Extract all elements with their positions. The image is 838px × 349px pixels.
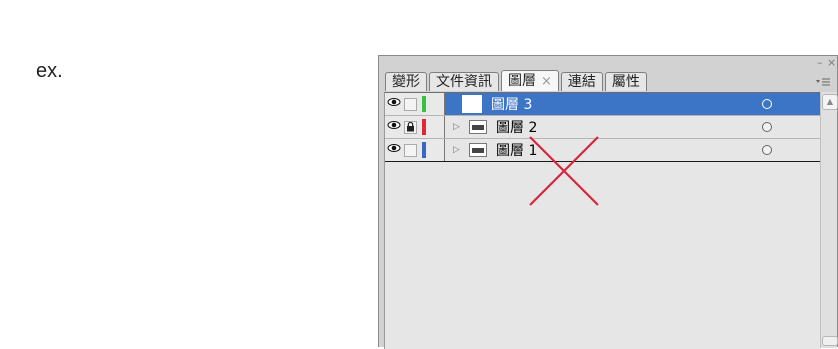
target-circle-icon[interactable] bbox=[762, 99, 772, 109]
tab-label: 圖層 bbox=[508, 72, 536, 89]
tab-transform[interactable]: 變形 bbox=[385, 72, 427, 91]
layer-main[interactable]: ▷ 圖層 2 bbox=[445, 116, 820, 138]
layer-color-swatch bbox=[422, 119, 426, 135]
vertical-scrollbar[interactable]: ▲ bbox=[820, 92, 838, 348]
layer-row[interactable]: ▷ 圖層 2 bbox=[385, 116, 820, 139]
eye-icon[interactable] bbox=[385, 139, 403, 161]
layers-panel: – × 變形 文件資訊 圖層 × 連結 屬性 圖層 3 ▷ 圖層 2 ▷ 圖層 … bbox=[378, 55, 838, 349]
example-caption: ex. bbox=[36, 60, 63, 82]
layer-color-swatch bbox=[422, 142, 426, 158]
tab-label: 連結 bbox=[567, 73, 596, 90]
target-circle-icon[interactable] bbox=[762, 145, 772, 155]
target-circle-icon[interactable] bbox=[762, 122, 772, 132]
layer-controls bbox=[385, 139, 445, 161]
triangle-right-icon[interactable]: ▷ bbox=[453, 122, 465, 132]
minimize-button[interactable]: – bbox=[817, 57, 823, 69]
layer-controls bbox=[385, 116, 445, 138]
eye-icon[interactable] bbox=[385, 116, 403, 138]
layer-thumbnail-icon bbox=[469, 120, 487, 134]
layer-main[interactable]: 圖層 3 bbox=[445, 93, 820, 115]
red-x-annotation bbox=[529, 136, 599, 206]
tab-links[interactable]: 連結 bbox=[560, 72, 603, 91]
lock-icon[interactable] bbox=[404, 120, 417, 134]
tab-layers[interactable]: 圖層 × bbox=[501, 70, 559, 91]
panel-tabs: 變形 文件資訊 圖層 × 連結 屬性 bbox=[385, 69, 649, 91]
layer-name: 圖層 2 bbox=[496, 120, 538, 136]
lock-toggle[interactable] bbox=[404, 143, 417, 157]
tab-label: 文件資訊 bbox=[436, 73, 492, 90]
tab-document-info[interactable]: 文件資訊 bbox=[429, 72, 499, 91]
layer-thumbnail-icon bbox=[469, 143, 487, 157]
eye-icon[interactable] bbox=[385, 93, 403, 115]
tab-attributes[interactable]: 屬性 bbox=[604, 72, 647, 91]
layer-name: 圖層 3 bbox=[491, 97, 533, 113]
tab-close-icon[interactable]: × bbox=[541, 72, 552, 91]
layer-main[interactable]: ▷ 圖層 1 bbox=[445, 139, 820, 161]
layers-list: 圖層 3 ▷ 圖層 2 ▷ 圖層 1 bbox=[384, 92, 820, 349]
layer-row[interactable]: ▷ 圖層 1 bbox=[385, 139, 820, 162]
layer-color-swatch bbox=[422, 96, 426, 112]
scroll-up-icon[interactable]: ▲ bbox=[822, 94, 838, 110]
scroll-down-icon[interactable] bbox=[822, 336, 838, 346]
tab-label: 屬性 bbox=[611, 73, 640, 90]
close-button[interactable]: × bbox=[827, 57, 836, 69]
tab-label: 變形 bbox=[392, 73, 420, 90]
triangle-right-icon[interactable]: ▷ bbox=[453, 145, 465, 155]
layer-thumbnail-icon bbox=[462, 95, 482, 113]
lock-toggle[interactable] bbox=[404, 97, 417, 111]
panel-menu-icon[interactable] bbox=[813, 76, 833, 91]
layer-controls bbox=[385, 93, 445, 115]
layer-row[interactable]: 圖層 3 bbox=[385, 93, 820, 116]
